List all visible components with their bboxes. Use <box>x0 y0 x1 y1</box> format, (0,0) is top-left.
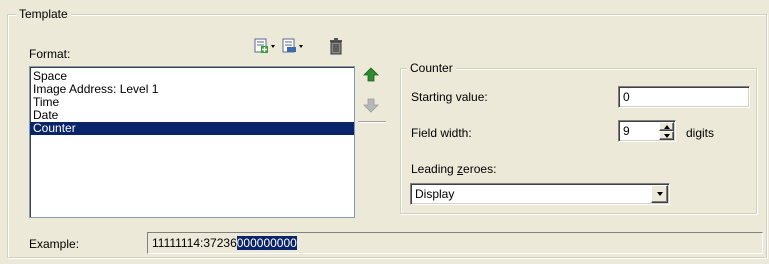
arrow-down-icon <box>363 98 379 113</box>
format-label: Format: <box>29 47 71 61</box>
list-item-selected[interactable]: Counter <box>30 122 354 135</box>
leading-zeroes-label: Leading zeroes: <box>411 162 496 176</box>
leading-zeroes-value: Display <box>415 187 455 201</box>
leading-zeroes-label-pre: Leading <box>411 162 458 176</box>
leading-zeroes-select[interactable]: Display <box>410 183 670 205</box>
list-item[interactable]: Time <box>30 96 354 109</box>
edit-item-button[interactable] <box>280 36 306 56</box>
list-item[interactable]: Image Address: Level 1 <box>30 83 354 96</box>
arrow-up-icon <box>363 67 379 82</box>
template-group-title: Template <box>16 7 71 21</box>
add-item-icon <box>254 38 275 53</box>
list-item[interactable]: Date <box>30 109 354 122</box>
divider <box>358 121 386 123</box>
field-width-spin-up[interactable] <box>659 122 674 131</box>
move-up-button[interactable] <box>362 66 380 84</box>
starting-value-input[interactable]: 0 <box>618 86 750 108</box>
edit-item-icon <box>282 38 303 53</box>
example-field: 11111114:37236000000000 <box>147 232 763 254</box>
delete-item-button[interactable] <box>328 36 344 56</box>
chevron-down-icon <box>663 133 670 138</box>
chevron-down-icon <box>656 192 663 196</box>
trash-icon <box>330 38 342 55</box>
counter-group-title: Counter <box>407 61 456 75</box>
move-down-button[interactable] <box>362 96 380 114</box>
digits-label: digits <box>686 126 715 140</box>
field-width-spin-down[interactable] <box>659 131 674 140</box>
field-width-label: Field width: <box>411 126 472 140</box>
example-value-selected: 000000000 <box>236 236 297 250</box>
leading-zeroes-dropdown-button[interactable] <box>651 185 668 203</box>
chevron-up-icon <box>663 124 670 129</box>
example-label: Example: <box>29 237 80 251</box>
format-list[interactable]: Space Image Address: Level 1 Time Date C… <box>29 66 355 218</box>
example-value: 11111114:37236 <box>152 236 237 250</box>
add-item-button[interactable] <box>252 36 278 56</box>
starting-value-label: Starting value: <box>411 90 488 104</box>
leading-zeroes-label-post: eroes: <box>463 162 497 176</box>
